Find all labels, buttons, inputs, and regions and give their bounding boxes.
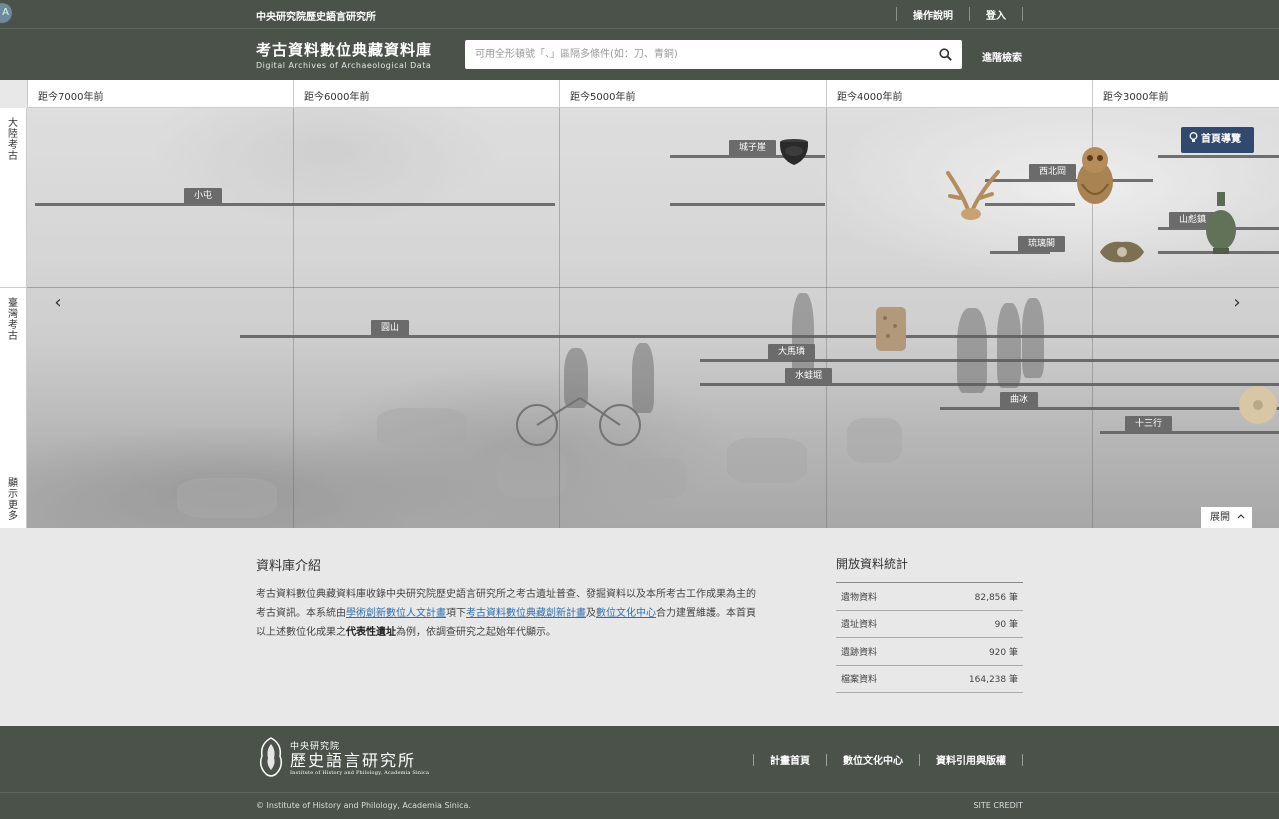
stats-label: 遺跡資料: [841, 647, 878, 658]
site-tag-xiaotun[interactable]: 小屯: [184, 188, 223, 204]
divider: [0, 792, 1279, 793]
citation-copyright-link[interactable]: 資料引用與版權: [920, 752, 1022, 767]
period-bar[interactable]: [1158, 155, 1279, 158]
homepage-guide-button[interactable]: 首頁導覽: [1181, 127, 1254, 153]
site-tag-chengziya[interactable]: 城子崖: [729, 140, 777, 156]
footer-logo-line2: 歷史語言研究所: [290, 750, 417, 770]
tick-label: 距今3000年前: [1092, 80, 1168, 108]
next-arrow-icon[interactable]: ›: [1227, 293, 1247, 313]
period-bar[interactable]: [940, 407, 1279, 410]
grid-line: [559, 108, 560, 528]
about-bold-text: 代表性遺址: [346, 627, 396, 638]
about-title: 資料庫介紹: [256, 559, 322, 574]
login-link[interactable]: 登入: [970, 7, 1022, 22]
chevron-up-icon: [1237, 514, 1245, 519]
site-tag-liuliige[interactable]: 琉璃閣: [1018, 236, 1066, 252]
prev-arrow-icon[interactable]: ‹: [48, 293, 68, 313]
region-taiwan[interactable]: 臺灣考古: [0, 298, 26, 342]
institute-seal-icon: [259, 737, 283, 777]
digital-culture-center-link[interactable]: 數位文化中心: [596, 608, 656, 619]
site-tag-yuanshan[interactable]: 圓山: [371, 320, 410, 336]
lightbulb-icon: [1189, 132, 1198, 142]
stats-row[interactable]: 遺址資料 90 筆: [836, 611, 1023, 638]
site-tag-xibeigang[interactable]: 西北岡: [1029, 164, 1077, 180]
stats-row[interactable]: 遺跡資料 920 筆: [836, 638, 1023, 666]
stats-label: 遺址資料: [841, 620, 878, 631]
guide-label: 首頁導覽: [1201, 134, 1241, 145]
tick-label: 距今4000年前: [826, 80, 902, 108]
search-box: [465, 40, 962, 69]
digital-culture-center-footer-link[interactable]: 數位文化中心: [827, 752, 919, 767]
period-bar[interactable]: [35, 203, 555, 206]
divider: [0, 287, 26, 288]
region-divider: [27, 287, 1279, 288]
logo-subtitle: Digital Archives of Archaeological Data: [256, 61, 432, 70]
period-bar[interactable]: [670, 203, 825, 206]
bronze-ornament-image[interactable]: [1097, 238, 1147, 266]
stats-label: 檔案資料: [841, 675, 878, 686]
digital-humanities-link[interactable]: 學術創新數位人文計畫: [346, 608, 446, 619]
search-input[interactable]: [465, 40, 915, 69]
site-credit-link[interactable]: SITE CREDIT: [973, 801, 1023, 810]
about-section: 資料庫介紹 考古資料數位典藏資料庫收錄中央研究院歷史語言研究所之考古遺址普查、發…: [0, 528, 1279, 726]
show-more[interactable]: 顯示更多: [0, 478, 26, 522]
top-bar: A 中央研究院歷史語言研究所 操作說明 登入: [0, 0, 1279, 28]
tick-label: 距今5000年前: [559, 80, 635, 108]
footer-logo-line1: 中央研究院: [290, 741, 341, 752]
black-pottery-vessel-image[interactable]: [777, 137, 811, 167]
jade-disc-artifact-image[interactable]: [1236, 383, 1279, 427]
site-tag-shuiwaku[interactable]: 水蛙堀: [785, 368, 833, 384]
grid-line: [826, 108, 827, 528]
advanced-search-link[interactable]: 進階檢索: [982, 49, 1022, 64]
search-icon[interactable]: [939, 48, 952, 61]
about-text: 項下: [446, 608, 466, 619]
stats-row[interactable]: 遺物資料 82,856 筆: [836, 583, 1023, 611]
expand-label: 展開: [1210, 512, 1230, 523]
tick-label: 距今7000年前: [27, 80, 103, 108]
owl-vessel-image[interactable]: [1072, 144, 1118, 206]
site-tag-shisanhang[interactable]: 十三行: [1125, 416, 1173, 432]
timeline-axis: 距今7000年前 距今6000年前 距今5000年前 距今4000年前 距今30…: [27, 80, 1279, 108]
footer: 中央研究院 歷史語言研究所 Institute of History and P…: [0, 726, 1279, 819]
expand-button[interactable]: 展開: [1201, 507, 1252, 528]
about-text: 及: [586, 608, 596, 619]
stats-value: 82,856 筆: [974, 592, 1018, 603]
divider: [1022, 753, 1023, 766]
about-text: 為例，依調查研究之起始年代顯示。: [396, 627, 556, 638]
tick-label: 距今6000年前: [293, 80, 369, 108]
site-tag-damalin[interactable]: 大馬璘: [768, 344, 816, 360]
region-sidebar: 大陸考古 臺灣考古 顯示更多: [0, 108, 27, 528]
timeline: 距今7000年前 距今6000年前 距今5000年前 距今4000年前 距今30…: [0, 80, 1279, 528]
header: 考古資料數位典藏資料庫 Digital Archives of Archaeol…: [0, 28, 1279, 80]
stats-value: 90 筆: [994, 620, 1018, 631]
divider: [1022, 7, 1023, 21]
stats-title: 開放資料統計: [836, 557, 909, 571]
bronze-hu-vessel-image[interactable]: [1202, 190, 1240, 256]
site-logo[interactable]: 考古資料數位典藏資料庫 Digital Archives of Archaeol…: [256, 39, 432, 70]
grid-line: [293, 108, 294, 528]
project-home-link[interactable]: 計畫首頁: [754, 752, 826, 767]
institute-logo[interactable]: 中央研究院 歷史語言研究所 Institute of History and P…: [256, 736, 429, 778]
stone-slab-artifact-image[interactable]: [873, 304, 909, 354]
archaeology-project-link[interactable]: 考古資料數位典藏創新計畫: [466, 608, 586, 619]
accessibility-icon[interactable]: A: [0, 3, 12, 23]
site-tag-qubing[interactable]: 曲冰: [1000, 392, 1039, 408]
stats-table: 遺物資料 82,856 筆 遺址資料 90 筆 遺跡資料 920 筆 檔案資料 164,…: [836, 582, 1023, 693]
stats-value: 164,238 筆: [968, 675, 1018, 686]
stats-label: 遺物資料: [841, 592, 878, 603]
region-mainland[interactable]: 大陸考古: [0, 118, 26, 162]
copyright-text: © Institute of History and Philology, Ac…: [256, 801, 471, 810]
antler-artifact-image[interactable]: [940, 168, 1002, 222]
help-link[interactable]: 操作說明: [897, 7, 969, 22]
stats-value: 920 筆: [988, 647, 1018, 658]
about-description: 考古資料數位典藏資料庫收錄中央研究院歷史語言研究所之考古遺址普查、發掘資料以及本…: [256, 585, 756, 642]
logo-title: 考古資料數位典藏資料庫: [256, 41, 433, 59]
stats-row[interactable]: 檔案資料 164,238 筆: [836, 666, 1023, 693]
top-links: 操作說明 登入: [896, 0, 1023, 28]
footer-links: 計畫首頁 數位文化中心 資料引用與版權: [753, 752, 1023, 767]
institute-name[interactable]: 中央研究院歷史語言研究所: [256, 8, 376, 23]
footer-logo-line3: Institute of History and Philology, Acad…: [290, 769, 430, 776]
